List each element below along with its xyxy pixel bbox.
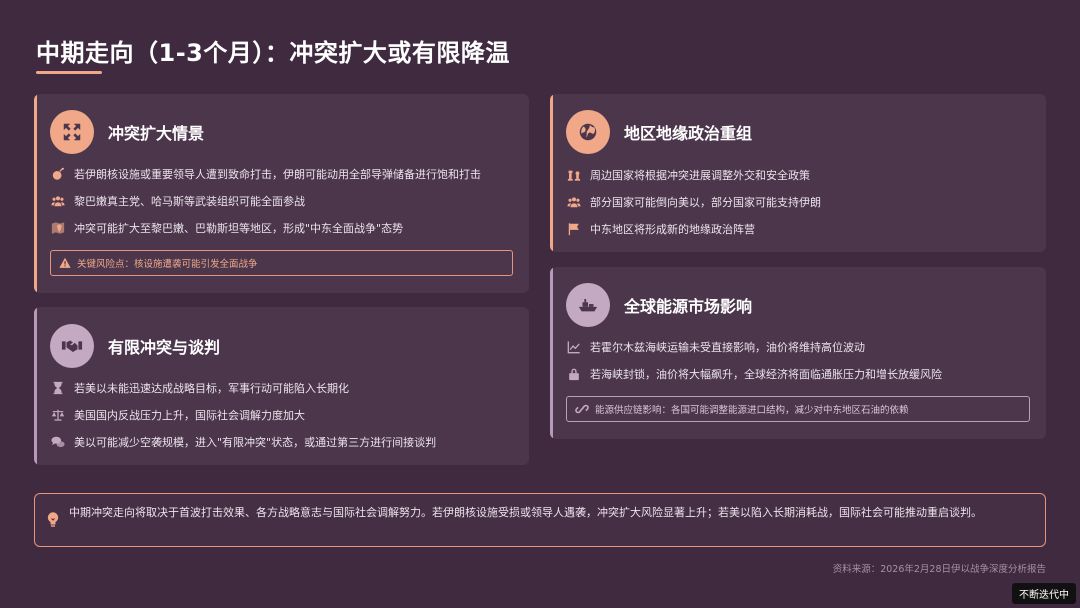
key-risk-note: 关键风险点：核设施遭袭可能引发全面战争 bbox=[50, 250, 513, 276]
list-item: 若海峡封锁，油价将大幅飙升，全球经济将面临通胀压力和增长放缓风险 bbox=[566, 360, 1034, 387]
item-text: 中东地区将形成新的地缘政治阵营 bbox=[590, 222, 755, 236]
card-header: 全球能源市场影响 bbox=[566, 283, 752, 327]
list-item: 冲突可能扩大至黎巴嫩、巴勒斯坦等地区，形成"中东全面战争"态势 bbox=[50, 214, 517, 241]
lock-icon bbox=[566, 366, 582, 382]
card-item-list: 若伊朗核设施或重要领导人遭到致命打击，伊朗可能动用全部导弹储备进行饱和打击 黎巴… bbox=[50, 160, 517, 241]
list-item: 部分国家可能倒向美以，部分国家可能支持伊朗 bbox=[566, 188, 1034, 215]
item-text: 周边国家将根据冲突进展调整外交和安全政策 bbox=[590, 168, 810, 182]
card-title: 地区地缘政治重组 bbox=[624, 124, 753, 143]
card-item-list: 周边国家将根据冲突进展调整外交和安全政策 部分国家可能倒向美以，部分国家可能支持… bbox=[566, 161, 1034, 242]
card-geopolitical-realignment: 地区地缘政治重组 周边国家将根据冲突进展调整外交和安全政策 部分国家可能倒向美以… bbox=[550, 94, 1046, 252]
note-text: 能源供应链影响：各国可能调整能源进口结构，减少对中东地区石油的依赖 bbox=[595, 405, 909, 416]
list-item: 若美以未能迅速达成战略目标，军事行动可能陷入长期化 bbox=[50, 374, 517, 401]
card-item-list: 若美以未能迅速达成战略目标，军事行动可能陷入长期化 美国国内反战压力上升，国际社… bbox=[50, 374, 517, 455]
card-accent-bar bbox=[34, 94, 37, 293]
item-text: 美以可能减少空袭规模，进入"有限冲突"状态，或通过第三方进行间接谈判 bbox=[74, 435, 437, 449]
item-text: 美国国内反战压力上升，国际社会调解力度加大 bbox=[74, 408, 305, 422]
item-text: 若美以未能迅速达成战略目标，军事行动可能陷入长期化 bbox=[74, 381, 349, 395]
card-conflict-escalation: 冲突扩大情景 若伊朗核设施或重要领导人遭到致命打击，伊朗可能动用全部导弹储备进行… bbox=[34, 94, 529, 293]
users-icon bbox=[566, 194, 582, 210]
lightbulb-icon bbox=[45, 511, 61, 529]
expand-arrows-icon bbox=[50, 110, 94, 154]
card-header: 冲突扩大情景 bbox=[50, 110, 204, 154]
summary-text: 中期冲突走向将取决于首波打击效果、各方战略意志与国际社会调解努力。若伊朗核设施受… bbox=[69, 506, 982, 519]
scale-icon bbox=[50, 407, 66, 423]
item-text: 若伊朗核设施或重要领导人遭到致命打击，伊朗可能动用全部导弹储备进行饱和打击 bbox=[74, 167, 481, 181]
list-item: 若伊朗核设施或重要领导人遭到致命打击，伊朗可能动用全部导弹储备进行饱和打击 bbox=[50, 160, 517, 187]
chart-line-icon bbox=[566, 339, 582, 355]
item-text: 若霍尔木兹海峡运输未受直接影响，油价将维持高位波动 bbox=[590, 340, 865, 354]
oil-tanker-icon bbox=[566, 283, 610, 327]
flag-icon bbox=[566, 221, 582, 237]
card-accent-bar bbox=[34, 307, 37, 465]
note-text: 关键风险点：核设施遭袭可能引发全面战争 bbox=[77, 259, 258, 270]
item-text: 黎巴嫩真主党、哈马斯等武装组织可能全面参战 bbox=[74, 194, 305, 208]
summary-box: 中期冲突走向将取决于首波打击效果、各方战略意志与国际社会调解努力。若伊朗核设施受… bbox=[34, 493, 1046, 547]
item-text: 冲突可能扩大至黎巴嫩、巴勒斯坦等地区，形成"中东全面战争"态势 bbox=[74, 221, 404, 235]
handshake-icon bbox=[50, 324, 94, 368]
card-title: 全球能源市场影响 bbox=[624, 297, 753, 316]
card-title: 有限冲突与谈判 bbox=[108, 338, 221, 357]
card-accent-bar bbox=[550, 267, 553, 439]
chat-icon bbox=[50, 434, 66, 450]
list-item: 若霍尔木兹海峡运输未受直接影响，油价将维持高位波动 bbox=[566, 333, 1034, 360]
status-badge: 不断迭代中 bbox=[1012, 583, 1076, 604]
list-item: 周边国家将根据冲突进展调整外交和安全政策 bbox=[566, 161, 1034, 188]
card-accent-bar bbox=[550, 94, 553, 252]
hourglass-icon bbox=[50, 380, 66, 396]
source-citation: 资料来源：2026年2月28日伊以战争深度分析报告 bbox=[832, 564, 1046, 575]
card-limited-conflict: 有限冲突与谈判 若美以未能迅速达成战略目标，军事行动可能陷入长期化 美国国内反战… bbox=[34, 307, 529, 465]
map-icon bbox=[50, 220, 66, 236]
list-item: 美国国内反战压力上升，国际社会调解力度加大 bbox=[50, 401, 517, 428]
users-icon bbox=[50, 193, 66, 209]
card-header: 地区地缘政治重组 bbox=[566, 110, 752, 154]
item-text: 部分国家可能倒向美以，部分国家可能支持伊朗 bbox=[590, 195, 821, 209]
card-title: 冲突扩大情景 bbox=[108, 124, 205, 143]
list-item: 中东地区将形成新的地缘政治阵营 bbox=[566, 215, 1034, 242]
list-item: 黎巴嫩真主党、哈马斯等武装组织可能全面参战 bbox=[50, 187, 517, 214]
card-header: 有限冲突与谈判 bbox=[50, 324, 220, 368]
energy-supply-note: 能源供应链影响：各国可能调整能源进口结构，减少对中东地区石油的依赖 bbox=[566, 396, 1030, 422]
warning-icon bbox=[59, 257, 71, 269]
card-item-list: 若霍尔木兹海峡运输未受直接影响，油价将维持高位波动 若海峡封锁，油价将大幅飙升，… bbox=[566, 333, 1034, 387]
page-title: 中期走向（1-3个月）：冲突扩大或有限降温 bbox=[36, 39, 510, 67]
card-energy-market: 全球能源市场影响 若霍尔木兹海峡运输未受直接影响，油价将维持高位波动 若海峡封锁… bbox=[550, 267, 1046, 439]
title-underline bbox=[36, 71, 102, 74]
globe-icon bbox=[566, 110, 610, 154]
bomb-icon bbox=[50, 166, 66, 182]
link-icon bbox=[575, 402, 589, 416]
list-item: 美以可能减少空袭规模，进入"有限冲突"状态，或通过第三方进行间接谈判 bbox=[50, 428, 517, 455]
item-text: 若海峡封锁，油价将大幅飙升，全球经济将面临通胀压力和增长放缓风险 bbox=[590, 367, 942, 381]
chess-icon bbox=[566, 167, 582, 183]
